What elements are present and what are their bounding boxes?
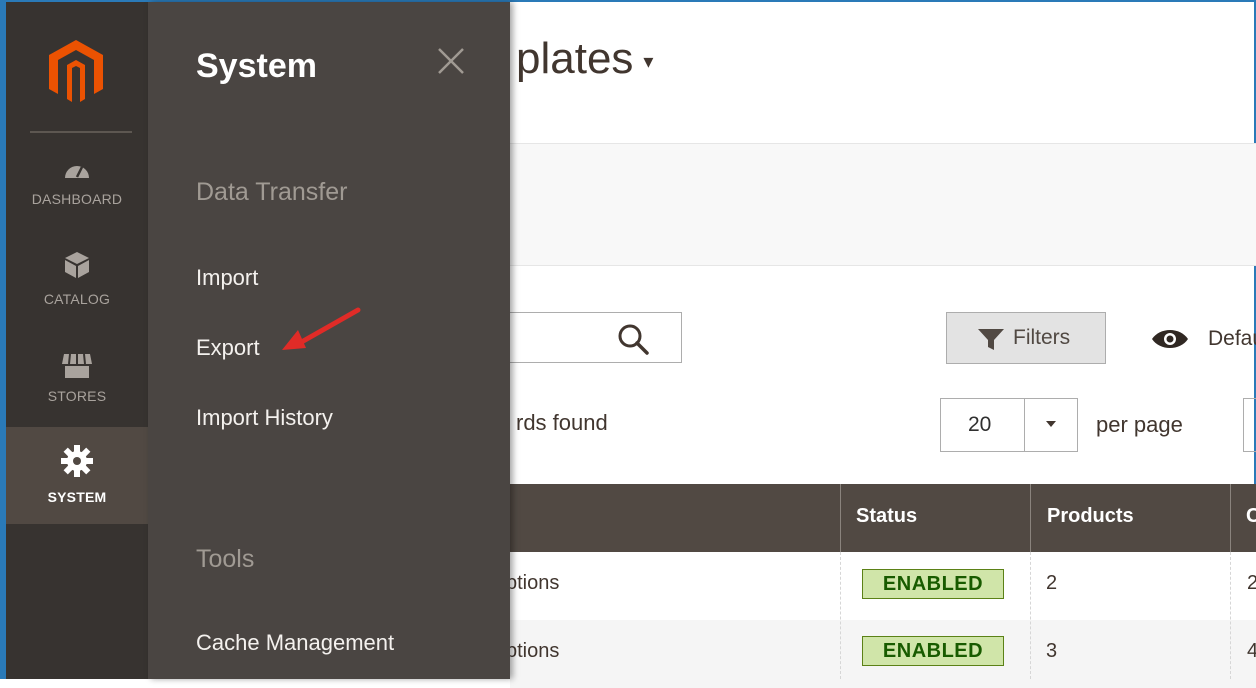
menu-link-export[interactable]: Export bbox=[196, 335, 260, 361]
status-badge: ENABLED bbox=[862, 636, 1004, 666]
keyword-search-input[interactable] bbox=[500, 312, 682, 363]
admin-sidebar: DASHBOARD CATALOG STORES SYSTEM bbox=[6, 2, 148, 679]
row-name-cell: ptions bbox=[506, 572, 560, 594]
per-page-label: per page bbox=[1096, 412, 1183, 437]
column-divider bbox=[1030, 552, 1031, 679]
column-divider bbox=[840, 484, 841, 552]
nav-item-dashboard[interactable]: DASHBOARD bbox=[6, 148, 148, 236]
grid-header: Status Products C bbox=[510, 484, 1256, 552]
box-icon bbox=[65, 252, 89, 278]
logo-divider bbox=[30, 131, 132, 133]
magento-logo-icon[interactable] bbox=[47, 38, 105, 106]
section-heading-data-transfer: Data Transfer bbox=[196, 178, 348, 206]
page-actions-band bbox=[510, 143, 1256, 266]
nav-item-label: DASHBOARD bbox=[31, 191, 123, 207]
products-cell: 3 bbox=[1046, 640, 1058, 662]
nav-item-stores[interactable]: STORES bbox=[6, 342, 148, 430]
nav-item-label: CATALOG bbox=[43, 291, 111, 307]
annotation-arrow-icon bbox=[282, 307, 361, 350]
records-found-text: rds found bbox=[516, 410, 608, 435]
nav-item-system[interactable]: SYSTEM bbox=[6, 427, 148, 524]
page-title[interactable]: plates ▾ bbox=[516, 34, 653, 84]
section-heading-tools: Tools bbox=[196, 545, 255, 573]
column-header-next[interactable]: C bbox=[1246, 484, 1256, 552]
column-divider bbox=[1230, 484, 1231, 552]
filters-label: Filters bbox=[1013, 326, 1071, 349]
column-header-status[interactable]: Status bbox=[856, 484, 917, 552]
title-dropdown-caret-icon[interactable]: ▾ bbox=[643, 51, 653, 73]
status-badge: ENABLED bbox=[862, 569, 1004, 599]
row-name-cell: ptions bbox=[506, 640, 560, 662]
shop-icon bbox=[62, 353, 92, 378]
nav-item-catalog[interactable]: CATALOG bbox=[6, 244, 148, 332]
column-divider bbox=[1030, 484, 1031, 552]
chevron-down-icon[interactable] bbox=[1044, 419, 1058, 429]
pager-input[interactable] bbox=[1243, 398, 1256, 452]
menu-link-cache-management[interactable]: Cache Management bbox=[196, 630, 394, 656]
column-divider bbox=[840, 552, 841, 679]
filters-button[interactable]: Filters bbox=[946, 312, 1106, 364]
products-cell: 2 bbox=[1046, 572, 1058, 594]
nav-item-label: STORES bbox=[47, 388, 107, 404]
gauge-icon bbox=[65, 166, 89, 178]
flyout-title: System bbox=[196, 47, 317, 85]
next-cell: 2 bbox=[1247, 572, 1256, 594]
close-icon[interactable] bbox=[434, 44, 468, 78]
column-divider bbox=[1230, 552, 1231, 679]
gear-icon bbox=[61, 445, 93, 477]
per-page-value: 20 bbox=[968, 413, 992, 436]
menu-link-import-history[interactable]: Import History bbox=[196, 405, 333, 431]
column-header-products[interactable]: Products bbox=[1047, 484, 1134, 552]
default-view-label[interactable]: Defau bbox=[1208, 327, 1256, 351]
menu-link-import[interactable]: Import bbox=[196, 265, 258, 291]
search-icon[interactable] bbox=[616, 322, 650, 356]
funnel-icon bbox=[978, 329, 1004, 350]
per-page-divider bbox=[1024, 399, 1025, 451]
nav-item-label: SYSTEM bbox=[47, 489, 107, 505]
next-cell: 4 bbox=[1247, 640, 1256, 662]
eye-icon[interactable] bbox=[1150, 326, 1190, 352]
page-title-text: plates bbox=[516, 34, 634, 83]
